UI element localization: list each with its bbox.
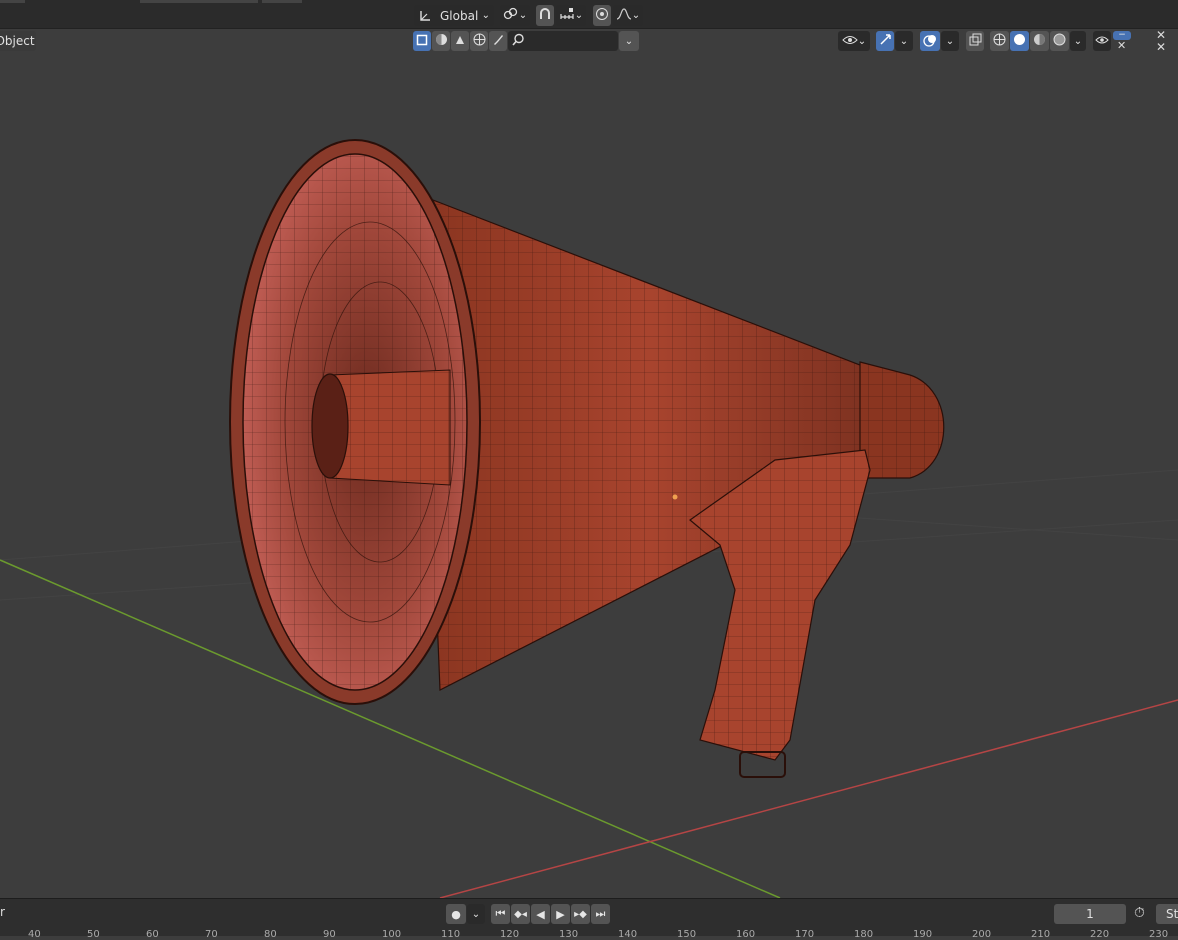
jump-end-button[interactable]: ⏭ — [591, 904, 610, 924]
globe-icon — [473, 33, 486, 49]
timeline-menu-label[interactable]: r — [0, 905, 5, 919]
filter-dropdown[interactable]: ⌄ — [619, 31, 639, 51]
shading-rendered-button[interactable] — [1050, 31, 1069, 51]
chevron-down-icon: ⌄ — [631, 10, 641, 21]
falloff-dropdown[interactable]: ⌄ — [613, 5, 643, 26]
area-divider — [140, 0, 258, 3]
play-icon: ▶ — [556, 907, 565, 921]
next-keyframe-button[interactable]: ▸◆ — [571, 904, 590, 924]
mode-dropdown[interactable]: Object — [0, 31, 36, 51]
hide-overlays-button[interactable] — [1093, 31, 1111, 51]
chevron-down-icon: ⌄ — [1073, 35, 1083, 47]
snap-toggle[interactable] — [536, 5, 554, 26]
gizmo-dropdown[interactable]: ⌄ — [895, 31, 913, 51]
play-button[interactable]: ▶ — [551, 904, 570, 924]
start-frame-field[interactable]: St — [1156, 904, 1178, 924]
chevron-down-icon: ⌄ — [624, 35, 634, 47]
play-reverse-icon: ◀ — [536, 907, 545, 921]
overlay-dropdown[interactable]: ⌄ — [941, 31, 959, 51]
snap-target-dropdown[interactable]: ⌄ — [556, 5, 586, 26]
visibility-icon — [842, 34, 858, 49]
3d-viewport[interactable] — [0, 56, 1178, 898]
current-frame-value: 1 — [1086, 907, 1094, 921]
select-box-icon — [416, 34, 428, 49]
start-frame-label: St — [1166, 907, 1178, 921]
chevron-down-icon: ⌄ — [518, 10, 528, 21]
search-icon — [512, 33, 525, 49]
prev-keyframe-button[interactable]: ◆◂ — [511, 904, 530, 924]
select-mode-extend[interactable] — [432, 31, 450, 51]
overlay-toggle[interactable] — [920, 31, 940, 51]
proportional-edit-icon — [595, 7, 609, 24]
proportional-edit-toggle[interactable] — [593, 5, 611, 26]
area-divider — [0, 0, 25, 3]
material-shading-icon — [1033, 33, 1046, 49]
select-box-button[interactable] — [413, 31, 431, 51]
chevron-down-icon: ⌄ — [945, 35, 955, 47]
snap-increment-icon — [559, 7, 575, 24]
jump-start-button[interactable]: ⏮ — [491, 904, 510, 924]
gizmo-icon — [879, 33, 892, 49]
play-reverse-button[interactable]: ◀ — [531, 904, 550, 924]
eye-icon — [1095, 34, 1109, 48]
gizmo-toggle[interactable] — [876, 31, 894, 51]
shading-dropdown[interactable]: ⌄ — [1070, 31, 1086, 51]
timeline-bar: r ● ⌄ ⏮ ◆◂ ◀ ▶ ▸◆ ⏭ 1 ⏱ St 40 50 60 70 80 90 1… — [0, 898, 1178, 940]
jump-start-icon: ⏮ — [495, 907, 506, 920]
record-icon: ● — [451, 907, 461, 921]
area-divider — [262, 0, 302, 3]
pivot-point-dropdown[interactable]: ⌄ — [500, 5, 530, 26]
rendered-shading-icon — [1053, 33, 1066, 49]
chevron-down-icon: ⌄ — [899, 35, 909, 47]
keying-dropdown[interactable]: ⌄ — [467, 904, 485, 924]
snap-icon — [538, 7, 552, 24]
viewport-canvas — [0, 139, 1178, 898]
select-mode-intersect[interactable] — [470, 31, 488, 51]
pivot-icon — [503, 7, 519, 24]
close-icon[interactable]: ✕ — [1156, 40, 1166, 54]
keying-button[interactable]: ● — [446, 904, 466, 924]
object-origin[interactable] — [672, 494, 678, 500]
sphere-icon — [435, 33, 448, 49]
megaphone-mesh[interactable] — [229, 139, 945, 778]
header-toolbar: Global ⌄ ⌄ ⌄ ⌄ — [0, 0, 1178, 29]
search-input[interactable] — [508, 31, 618, 51]
transform-orientation-icon — [418, 9, 432, 23]
current-frame-field[interactable]: 1 — [1054, 904, 1126, 924]
chevron-down-icon: ⌄ — [857, 35, 867, 47]
visibility-dropdown[interactable]: ⌄ — [838, 31, 870, 51]
chevron-down-icon: ⌄ — [574, 10, 584, 21]
paint-icon — [454, 33, 467, 49]
xray-toggle[interactable] — [966, 31, 984, 51]
shading-solid-button[interactable] — [1010, 31, 1029, 51]
viewport-header: Object ⌄ ⌄ ⌄ ⌄ ⌄ − ✕ ✕ ✕ — [0, 28, 1178, 55]
transform-orientation-dropdown[interactable]: Global ⌄ — [414, 5, 494, 26]
jump-end-icon: ⏭ — [595, 907, 606, 920]
xray-icon — [969, 33, 982, 49]
mode-label: Object — [0, 34, 35, 48]
stopwatch-icon[interactable]: ⏱ — [1134, 905, 1145, 921]
next-keyframe-icon: ▸◆ — [574, 908, 587, 920]
shading-wireframe-button[interactable] — [990, 31, 1009, 51]
chevron-down-icon: ⌄ — [481, 10, 490, 21]
transform-orientation-label: Global — [440, 8, 479, 23]
close-icon[interactable]: ✕ — [1117, 39, 1126, 52]
prev-keyframe-icon: ◆◂ — [514, 908, 527, 920]
overlay-icon — [923, 33, 937, 50]
shading-material-button[interactable] — [1030, 31, 1049, 51]
brush-icon — [492, 33, 505, 49]
falloff-curve-icon — [616, 7, 632, 24]
chevron-down-icon: ⌄ — [471, 908, 481, 920]
solid-shading-icon — [1013, 33, 1026, 49]
wireframe-shading-icon — [993, 33, 1006, 49]
select-mode-subtract[interactable] — [451, 31, 469, 51]
select-mode-brush[interactable] — [489, 31, 507, 51]
